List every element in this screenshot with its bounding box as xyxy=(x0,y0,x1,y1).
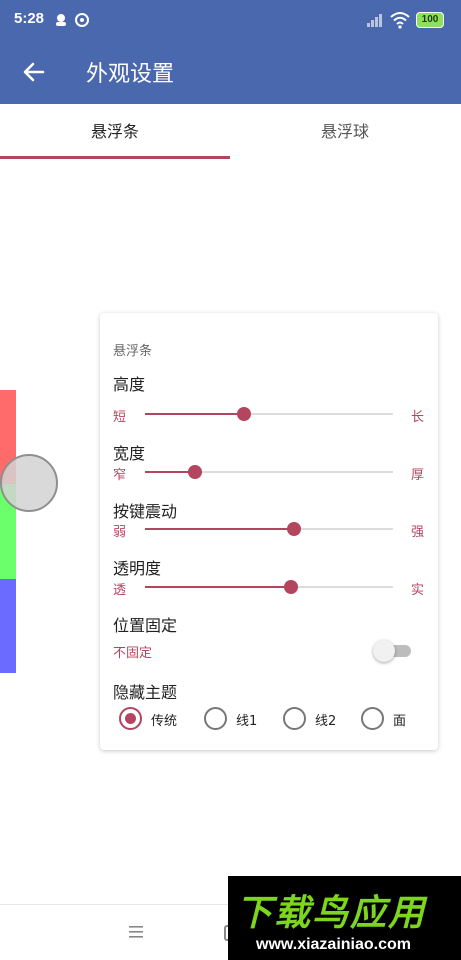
app-bar: 外观设置 xyxy=(0,40,461,104)
tab-floating-ball[interactable]: 悬浮球 xyxy=(230,104,460,160)
hide-theme-label: 隐藏主题 xyxy=(113,683,178,702)
width-label: 宽度 xyxy=(113,444,146,463)
width-min-label: 窄 xyxy=(113,468,127,483)
slider-fill xyxy=(145,586,291,588)
switch-thumb xyxy=(373,640,395,662)
opacity-label: 透明度 xyxy=(113,559,162,578)
height-min-label: 短 xyxy=(113,410,127,425)
back-arrow-icon[interactable] xyxy=(14,52,54,92)
sync-icon xyxy=(75,13,89,27)
battery-icon: 100 xyxy=(416,12,444,28)
tab-indicator xyxy=(0,156,230,159)
watermark: 下载鸟应用 www.xiazainiao.com xyxy=(228,876,461,960)
vibration-min-label: 弱 xyxy=(113,525,127,540)
height-max-label: 长 xyxy=(411,410,425,425)
radio-dot xyxy=(125,713,136,724)
vibration-max-label: 强 xyxy=(411,525,425,540)
vibration-slider[interactable] xyxy=(145,519,393,539)
tab-floating-bar[interactable]: 悬浮条 xyxy=(0,104,230,160)
height-label: 高度 xyxy=(113,375,146,394)
slider-thumb[interactable] xyxy=(287,522,301,536)
wifi-icon xyxy=(390,12,410,29)
slider-thumb[interactable] xyxy=(284,580,298,594)
radio-label: 线1 xyxy=(236,714,258,729)
radio-circle xyxy=(283,707,306,730)
fixed-position-label: 位置固定 xyxy=(113,616,178,635)
menu-icon[interactable] xyxy=(128,925,144,939)
opacity-slider[interactable] xyxy=(145,577,393,597)
status-bar: 5:28 100 xyxy=(0,0,461,40)
watermark-text: 下载鸟应用 xyxy=(236,893,427,934)
slider-fill xyxy=(145,528,294,530)
status-time: 5:28 xyxy=(14,10,45,27)
height-slider[interactable] xyxy=(145,404,393,424)
settings-card: 悬浮条 高度 短 长 宽度 窄 厚 按键震动 弱 强 透明度 透 实 位置固定 … xyxy=(100,313,438,750)
opacity-max-label: 实 xyxy=(411,583,425,598)
slider-fill xyxy=(145,413,244,415)
preview-floating-handle[interactable] xyxy=(0,454,58,512)
page-title: 外观设置 xyxy=(86,62,175,87)
radio-circle xyxy=(204,707,227,730)
width-max-label: 厚 xyxy=(411,468,425,483)
fixed-position-switch[interactable] xyxy=(373,639,413,662)
radio-label: 传统 xyxy=(151,714,178,729)
tab-bar: 悬浮条 悬浮球 xyxy=(0,104,461,160)
opacity-min-label: 透 xyxy=(113,583,127,598)
width-slider[interactable] xyxy=(145,462,393,482)
card-title: 悬浮条 xyxy=(113,344,153,359)
hide-theme-radio-group: 传统 线1 线2 面 xyxy=(119,706,419,732)
slider-thumb[interactable] xyxy=(237,407,251,421)
radio-circle xyxy=(361,707,384,730)
radio-label: 面 xyxy=(393,714,407,729)
radio-label: 线2 xyxy=(315,714,337,729)
watermark-url: www.xiazainiao.com xyxy=(256,936,412,953)
slider-thumb[interactable] xyxy=(188,465,202,479)
signal-icon xyxy=(367,14,382,27)
radio-circle xyxy=(119,707,142,730)
fixed-position-value: 不固定 xyxy=(113,646,153,661)
notification-icon xyxy=(56,14,66,26)
preview-bar-segment-blue xyxy=(0,579,16,673)
